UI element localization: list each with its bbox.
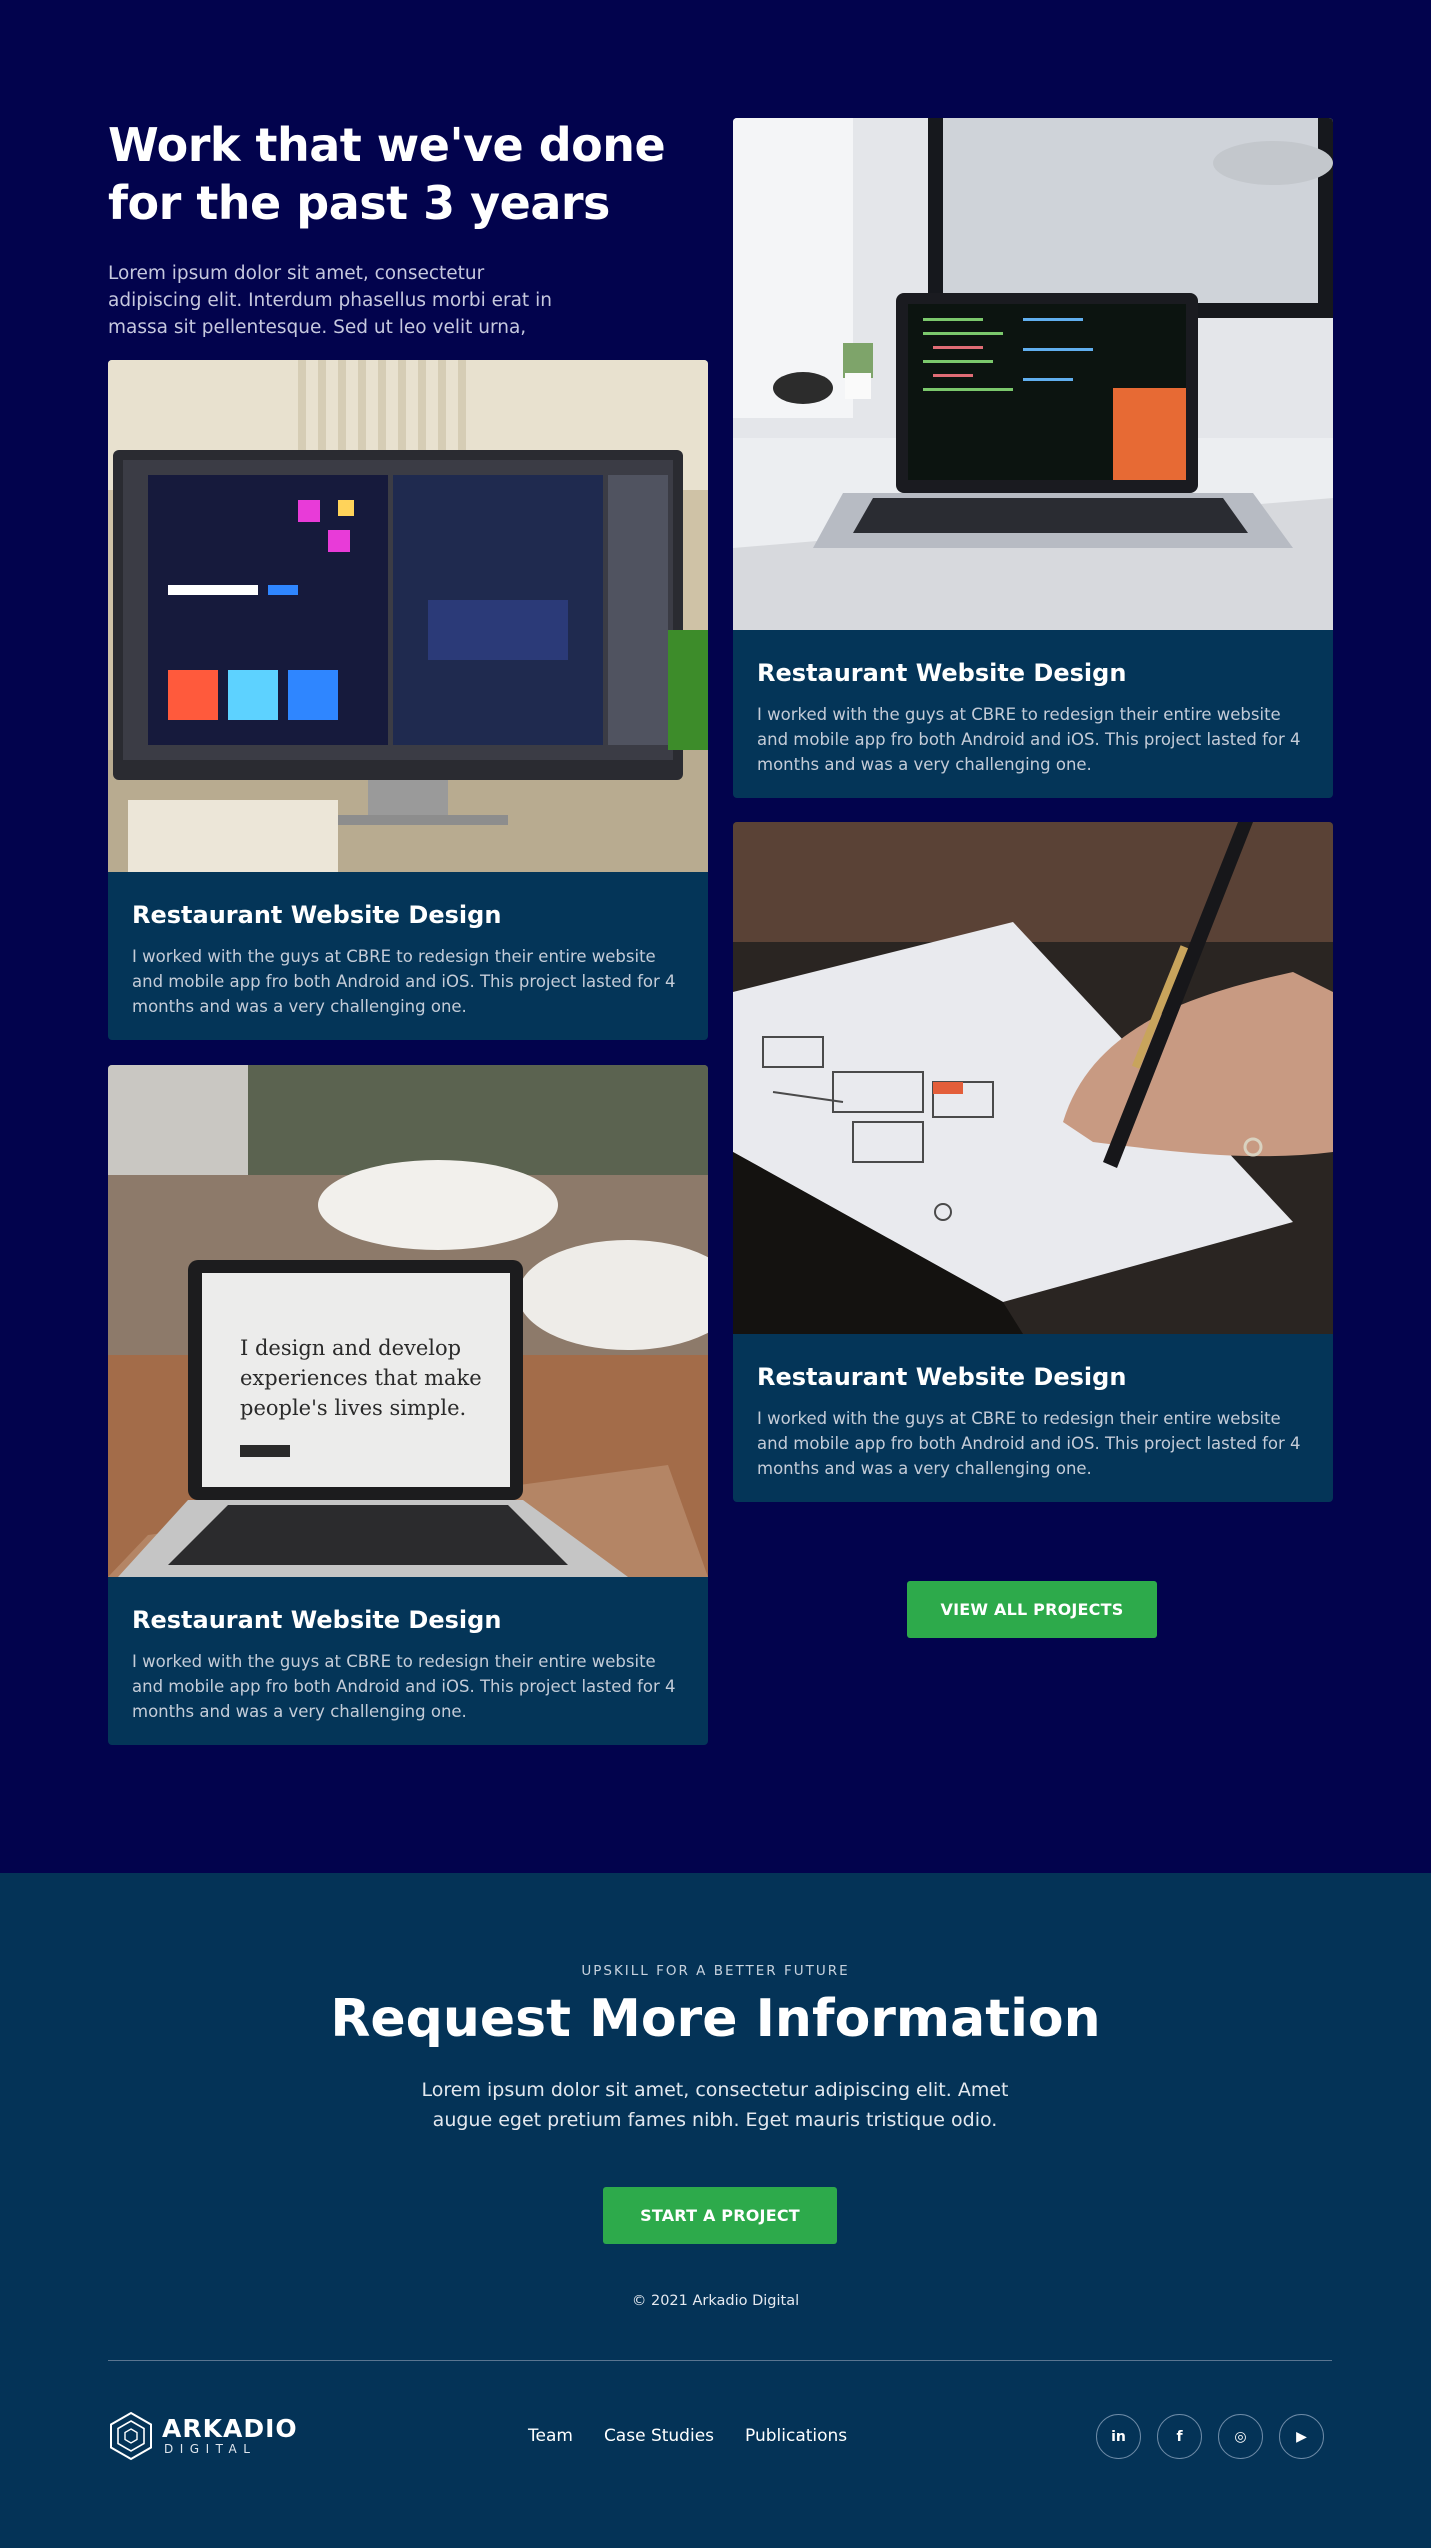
project-title: Restaurant Website Design [757,659,1127,687]
projects-title-line-1: Work that we've done [108,118,666,172]
projects-title-line-2: for the past 3 years [108,176,610,230]
projects-intro-text: Lorem ipsum dolor sit amet, consectetur … [108,263,552,338]
projects-intro: Work that we've done for the past 3 year… [108,116,708,341]
social-links: in f ◎ ▶ [1096,2414,1324,2459]
project-image-sketch [733,822,1333,1334]
youtube-icon[interactable]: ▶ [1279,2414,1324,2459]
project-image-monitor [108,360,708,872]
cta-text: Lorem ipsum dolor sit amet, consectetur … [421,2079,1009,2131]
project-card[interactable]: Restaurant Website Design I worked with … [108,360,708,1040]
footer-logo[interactable]: ARKADIO DIGITAL [108,2410,298,2462]
footer-nav-publications[interactable]: Publications [745,2426,847,2446]
footer-nav: Team Case Studies Publications [528,2426,847,2446]
laptop-code-photo [733,118,1333,630]
footer-nav-case-studies[interactable]: Case Studies [604,2426,714,2446]
view-all-projects-button[interactable]: VIEW ALL PROJECTS [907,1581,1157,1638]
monitor-photo [108,360,708,872]
footer-divider [108,2360,1332,2361]
project-description: I worked with the guys at CBRE to redesi… [757,1409,1301,1478]
footer-nav-team[interactable]: Team [528,2426,573,2446]
start-project-button[interactable]: START A PROJECT [603,2187,837,2244]
project-title: Restaurant Website Design [132,1606,502,1634]
cta-eyebrow: UPSKILL FOR A BETTER FUTURE [581,1963,850,1979]
project-description: I worked with the guys at CBRE to redesi… [132,947,676,1016]
project-title: Restaurant Website Design [132,901,502,929]
facebook-icon[interactable]: f [1157,2414,1202,2459]
project-image-laptop-slogan: I design and develop experiences that ma… [108,1065,708,1577]
project-image-laptop-code [733,118,1333,630]
linkedin-icon[interactable]: in [1096,2414,1141,2459]
project-description: I worked with the guys at CBRE to redesi… [132,1652,676,1721]
logo-subtitle: DIGITAL [164,2442,257,2456]
slogan-line-1: I design and develop [240,1336,461,1360]
project-title: Restaurant Website Design [757,1363,1127,1391]
slogan-line-3: people's lives simple. [240,1396,466,1420]
laptop-slogan-photo: I design and develop experiences that ma… [108,1065,708,1577]
project-card[interactable]: Restaurant Website Design I worked with … [733,822,1333,1502]
sketch-photo [733,822,1333,1334]
project-card[interactable]: Restaurant Website Design I worked with … [733,118,1333,798]
request-info-section: UPSKILL FOR A BETTER FUTURE Request More… [0,1873,1431,2548]
project-card[interactable]: I design and develop experiences that ma… [108,1065,708,1745]
arkadio-logo-icon [110,2411,152,2461]
slogan-line-2: experiences that make [240,1366,482,1390]
copyright: © 2021 Arkadio Digital [631,2293,800,2309]
projects-section: Work that we've done for the past 3 year… [0,0,1431,1873]
logo-name: ARKADIO [162,2414,298,2443]
projects-title: Work that we've done for the past 3 year… [108,116,708,232]
instagram-icon[interactable]: ◎ [1218,2414,1263,2459]
cta-title: Request More Information [330,1989,1101,2049]
project-description: I worked with the guys at CBRE to redesi… [757,705,1301,774]
